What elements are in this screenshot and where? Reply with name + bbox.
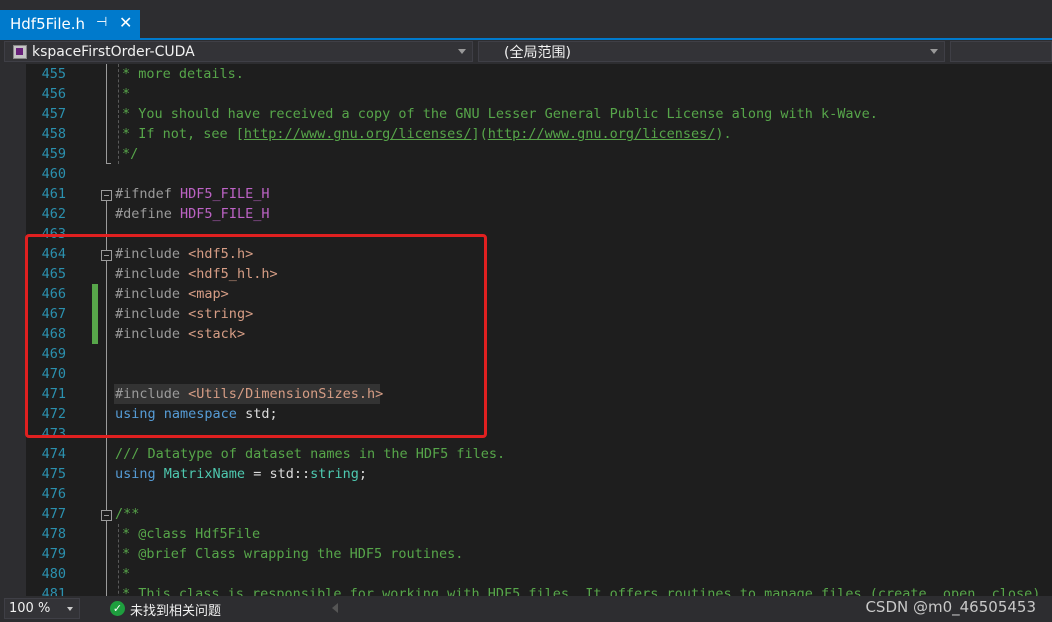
code-line[interactable]: 460 xyxy=(0,164,1052,184)
code-text: * This class is responsible for working … xyxy=(122,586,1041,596)
scope-name: (全局范围) xyxy=(504,44,571,61)
tab-hdf5file-h[interactable]: Hdf5File.h ⊣ ✕ xyxy=(0,10,140,38)
code-line[interactable]: 458 * If not, see [http://www.gnu.org/lic… xyxy=(0,124,1052,144)
member-dropdown[interactable] xyxy=(950,41,1052,62)
line-number: 477 xyxy=(41,506,66,522)
chevron-down-icon xyxy=(930,49,938,54)
line-number: 459 xyxy=(41,146,66,162)
code-text: /// Datatype of dataset names in the HDF… xyxy=(115,446,506,462)
code-text: * @brief Class wrapping the HDF5 routine… xyxy=(122,546,464,562)
line-number: 455 xyxy=(41,66,66,82)
code-line[interactable]: 459 */ xyxy=(0,144,1052,164)
watermark: CSDN @m0_46505453 xyxy=(865,598,1036,616)
code-line[interactable]: 475 using MatrixName = std::string; xyxy=(0,464,1052,484)
line-number: 478 xyxy=(41,526,66,542)
tab-title: Hdf5File.h xyxy=(10,15,85,33)
code-text: #ifndef HDF5_FILE_H xyxy=(115,186,270,202)
code-text: * @class Hdf5File xyxy=(122,526,261,542)
project-name: kspaceFirstOrder-CUDA xyxy=(32,43,195,60)
navigation-bar: kspaceFirstOrder-CUDA (全局范围) xyxy=(0,40,1052,64)
project-icon xyxy=(13,44,27,59)
line-number: 476 xyxy=(41,486,66,502)
line-number: 481 xyxy=(41,586,66,596)
scope-dropdown[interactable]: (全局范围) xyxy=(478,41,945,62)
issues-status[interactable]: 未找到相关问题 xyxy=(130,600,221,619)
code-line[interactable]: 455 * more details. xyxy=(0,64,1052,84)
line-number: 458 xyxy=(41,126,66,142)
close-icon[interactable]: ✕ xyxy=(119,13,132,32)
code-line[interactable]: 462 #define HDF5_FILE_H xyxy=(0,204,1052,224)
line-number: 456 xyxy=(41,86,66,102)
code-text: * xyxy=(122,566,131,582)
code-text: using MatrixName = std::string; xyxy=(115,466,368,482)
zoom-level: 100 % xyxy=(9,601,51,616)
code-line[interactable]: 474 /// Datatype of dataset names in the … xyxy=(0,444,1052,464)
code-line[interactable]: 461 #ifndef HDF5_FILE_H xyxy=(0,184,1052,204)
project-dropdown[interactable]: kspaceFirstOrder-CUDA xyxy=(4,41,473,62)
code-text: * You should have received a copy of the… xyxy=(122,106,878,122)
code-text: * If not, see [http://www.gnu.org/licens… xyxy=(122,126,732,142)
code-text: * xyxy=(122,86,131,102)
code-text: /** xyxy=(115,506,140,522)
line-number: 461 xyxy=(41,186,66,202)
code-line[interactable]: 477 /** xyxy=(0,504,1052,524)
line-number: 460 xyxy=(41,166,66,182)
code-line[interactable]: 457 * You should have received a copy of … xyxy=(0,104,1052,124)
line-number: 457 xyxy=(41,106,66,122)
editor-status-bar: 100 % ✓ 未找到相关问题 CSDN @m0_46505453 xyxy=(0,596,1052,622)
scroll-left-icon[interactable] xyxy=(332,603,338,613)
line-number: 474 xyxy=(41,446,66,462)
chevron-down-icon xyxy=(67,607,73,611)
code-line[interactable]: 480 * xyxy=(0,564,1052,584)
code-editor[interactable]: 455 * more details. 456 * 457 * You should ha… xyxy=(0,64,1052,596)
code-text: */ xyxy=(122,146,139,162)
code-line[interactable]: 478 * @class Hdf5File xyxy=(0,524,1052,544)
pin-icon[interactable]: ⊣ xyxy=(96,15,107,30)
code-line[interactable]: 479 * @brief Class wrapping the HDF5 rout… xyxy=(0,544,1052,564)
code-line[interactable]: 481 * This class is responsible for worki… xyxy=(0,584,1052,596)
code-line[interactable]: 476 xyxy=(0,484,1052,504)
line-number: 475 xyxy=(41,466,66,482)
code-text: * more details. xyxy=(122,66,244,82)
document-tab-strip: Hdf5File.h ⊣ ✕ xyxy=(0,0,1052,38)
line-number: 462 xyxy=(41,206,66,222)
chevron-down-icon xyxy=(458,49,466,54)
code-text: #define HDF5_FILE_H xyxy=(115,206,270,222)
code-line[interactable]: 456 * xyxy=(0,84,1052,104)
line-number: 479 xyxy=(41,546,66,562)
check-circle-icon: ✓ xyxy=(110,601,125,616)
line-number: 480 xyxy=(41,566,66,582)
zoom-dropdown[interactable]: 100 % xyxy=(4,598,80,619)
annotation-red-box xyxy=(25,234,487,438)
